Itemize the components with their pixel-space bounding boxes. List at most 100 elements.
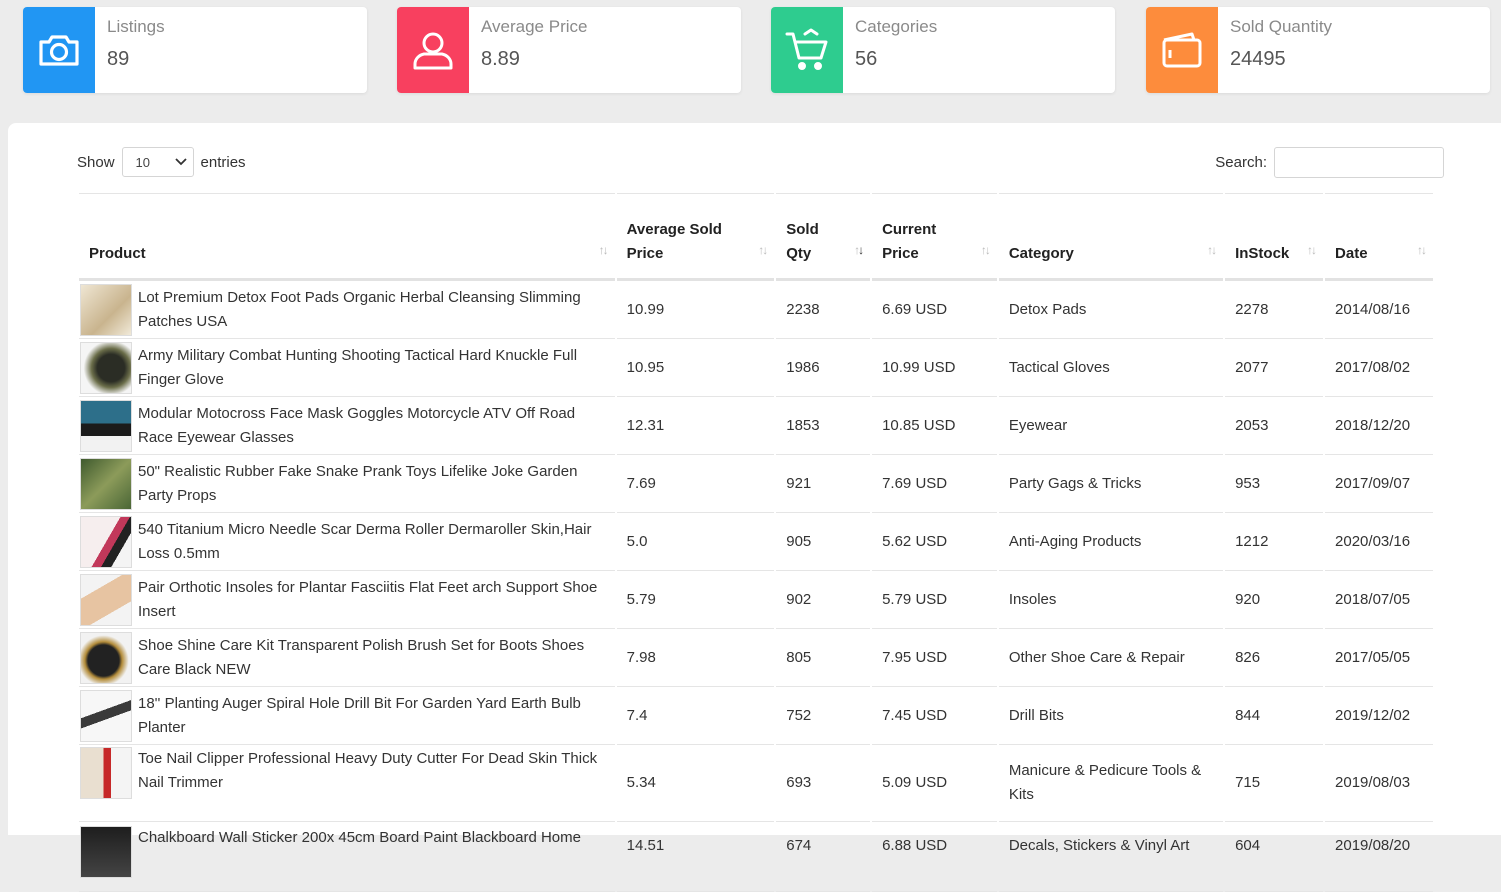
product-thumbnail <box>80 631 132 684</box>
cell-avg-price: 7.98 <box>616 629 775 687</box>
product-thumbnail <box>80 457 132 510</box>
product-thumbnail <box>80 573 132 626</box>
cell-sold-qty: 905 <box>776 513 871 571</box>
product-title: Army Military Combat Hunting Shooting Ta… <box>138 346 578 388</box>
cell-current-price: 10.99 USD <box>872 339 997 397</box>
card-label: Categories <box>855 17 938 36</box>
cell-category: Drill Bits <box>998 687 1224 745</box>
product-title: Shoe Shine Care Kit Transparent Polish B… <box>138 636 585 678</box>
product-thumbnail <box>80 747 132 799</box>
product-thumbnail <box>80 515 132 568</box>
cell-instock: 2077 <box>1225 339 1324 397</box>
card-sold-quantity: Sold Quantity 24495 <box>1146 7 1490 93</box>
table-body: Lot Premium Detox Foot Pads Organic Herb… <box>79 281 1433 892</box>
cell-current-price: 7.45 USD <box>872 687 997 745</box>
product-thumbnail <box>80 399 132 452</box>
product-title: Modular Motocross Face Mask Goggles Moto… <box>138 404 576 446</box>
card-label: Average Price <box>481 17 588 36</box>
wallet-icon <box>1146 7 1218 93</box>
cell-avg-price: 10.99 <box>616 281 775 339</box>
cell-category: Decals, Stickers & Vinyl Art <box>998 822 1224 892</box>
cell-instock: 2053 <box>1225 397 1324 455</box>
cell-sold-qty: 1853 <box>776 397 871 455</box>
cell-sold-qty: 752 <box>776 687 871 745</box>
cell-current-price: 5.09 USD <box>872 745 997 822</box>
cell-category: Anti-Aging Products <box>998 513 1224 571</box>
column-header-product[interactable]: Product ↑↓ <box>79 193 615 281</box>
sort-desc-icon: ↑↓ <box>854 243 864 257</box>
stat-cards: Listings 89 Average Price 8.89 Categorie… <box>23 7 1491 93</box>
product-title: 18'' Planting Auger Spiral Hole Drill Bi… <box>138 694 581 736</box>
cell-product: Army Military Combat Hunting Shooting Ta… <box>79 339 615 397</box>
table-row: Chalkboard Wall Sticker 200x 45cm Board … <box>79 822 1433 892</box>
cell-avg-price: 5.79 <box>616 571 775 629</box>
product-thumbnail <box>80 826 132 878</box>
cell-instock: 826 <box>1225 629 1324 687</box>
column-header-average-sold-price[interactable]: Average Sold Price ↑↓ <box>616 193 775 281</box>
cell-category: Party Gags & Tricks <box>998 455 1224 513</box>
table-row: 50" Realistic Rubber Fake Snake Prank To… <box>79 455 1433 513</box>
search-control: Search: <box>1215 147 1444 178</box>
entries-label: entries <box>200 153 246 171</box>
table-row: Army Military Combat Hunting Shooting Ta… <box>79 339 1433 397</box>
card-value: 8.89 <box>481 48 520 70</box>
cell-instock: 604 <box>1225 822 1324 892</box>
sort-icon: ↑↓ <box>980 243 991 257</box>
cell-instock: 844 <box>1225 687 1324 745</box>
card-label: Listings <box>107 17 165 36</box>
cell-current-price: 6.69 USD <box>872 281 997 339</box>
cell-instock: 920 <box>1225 571 1324 629</box>
cell-category: Detox Pads <box>998 281 1224 339</box>
cell-current-price: 5.79 USD <box>872 571 997 629</box>
card-value: 24495 <box>1230 48 1286 70</box>
cell-date: 2017/05/05 <box>1325 629 1433 687</box>
cell-date: 2019/12/02 <box>1325 687 1433 745</box>
product-title: Lot Premium Detox Foot Pads Organic Herb… <box>138 288 581 330</box>
cell-product: Lot Premium Detox Foot Pads Organic Herb… <box>79 281 615 339</box>
cell-sold-qty: 1986 <box>776 339 871 397</box>
table-row: Modular Motocross Face Mask Goggles Moto… <box>79 397 1433 455</box>
product-title: Toe Nail Clipper Professional Heavy Duty… <box>138 750 598 791</box>
cell-current-price: 10.85 USD <box>872 397 997 455</box>
cell-current-price: 6.88 USD <box>872 822 997 892</box>
cell-avg-price: 7.69 <box>616 455 775 513</box>
column-header-current-price[interactable]: Current Price ↑↓ <box>872 193 997 281</box>
column-header-sold-qty[interactable]: Sold Qty ↑↓ <box>776 193 871 281</box>
cell-sold-qty: 2238 <box>776 281 871 339</box>
table-row: Pair Orthotic Insoles for Plantar Fascii… <box>79 571 1433 629</box>
sort-icon: ↑↓ <box>1417 243 1427 257</box>
product-title: 540 Titanium Micro Needle Scar Derma Rol… <box>138 520 592 562</box>
cell-date: 2018/07/05 <box>1325 571 1433 629</box>
cell-date: 2020/03/16 <box>1325 513 1433 571</box>
cell-category: Other Shoe Care & Repair <box>998 629 1224 687</box>
table-row: Lot Premium Detox Foot Pads Organic Herb… <box>79 281 1433 339</box>
cell-sold-qty: 805 <box>776 629 871 687</box>
column-label: Date <box>1335 245 1368 262</box>
column-header-date[interactable]: Date ↑↓ <box>1325 193 1433 281</box>
search-input[interactable] <box>1274 147 1444 178</box>
cell-avg-price: 7.4 <box>616 687 775 745</box>
entries-select[interactable]: 10 <box>121 147 194 177</box>
user-icon <box>397 7 469 93</box>
column-label: Sold Qty <box>786 221 819 262</box>
search-label: Search: <box>1215 154 1267 171</box>
cell-product: 50" Realistic Rubber Fake Snake Prank To… <box>79 455 615 513</box>
sort-icon: ↑↓ <box>1207 243 1217 257</box>
cell-avg-price: 5.0 <box>616 513 775 571</box>
product-thumbnail <box>80 689 132 742</box>
cell-category: Manicure & Pedicure Tools & Kits <box>998 745 1224 822</box>
cell-product: Modular Motocross Face Mask Goggles Moto… <box>79 397 615 455</box>
table-row: 540 Titanium Micro Needle Scar Derma Rol… <box>79 513 1433 571</box>
entries-value: 10 <box>135 154 150 170</box>
product-thumbnail <box>80 341 132 394</box>
cell-current-price: 7.69 USD <box>872 455 997 513</box>
cell-product: Toe Nail Clipper Professional Heavy Duty… <box>79 745 615 822</box>
cell-date: 2019/08/20 <box>1325 822 1433 892</box>
card-value: 56 <box>855 48 878 70</box>
sort-icon: ↑↓ <box>1307 243 1317 257</box>
column-header-category[interactable]: Category ↑↓ <box>998 193 1224 281</box>
cell-instock: 1212 <box>1225 513 1324 571</box>
product-thumbnail <box>80 283 132 336</box>
column-header-instock[interactable]: InStock ↑↓ <box>1225 193 1324 281</box>
camera-icon <box>23 7 95 93</box>
